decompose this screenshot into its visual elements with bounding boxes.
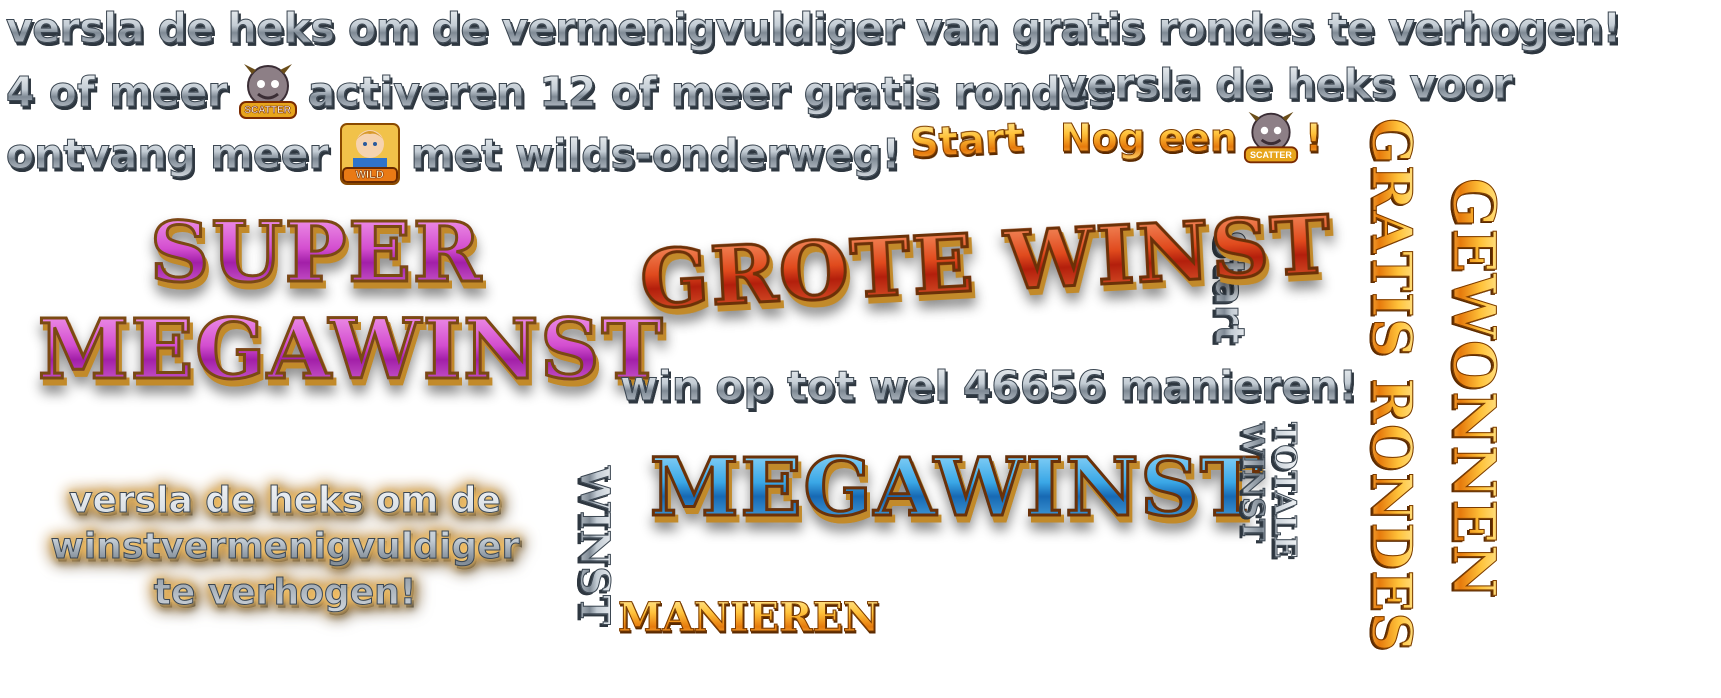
winst-vertical-label: WINST	[571, 466, 619, 626]
one-more-scatter: Nog een SCATTER !	[1060, 110, 1323, 166]
multiplier-note-line2: winstvermenigvuldiger	[50, 526, 520, 568]
line-beat-witch-multiplier: versla de heks om de vermenigvuldiger va…	[6, 4, 1622, 53]
line-scatter-trigger: 4 of meer SCATTER activeren 12 of meer g…	[6, 62, 1113, 122]
wild-label: WILD	[355, 169, 384, 182]
nog-een-exclamation: !	[1304, 116, 1323, 161]
winst-label: WINST	[1235, 422, 1271, 542]
line-beat-witch-for: versla de heks voor	[1060, 60, 1514, 109]
gewonnen-vertical: GEWONNEN	[1440, 178, 1509, 600]
super-megawinst-banner-line1: SUPER	[148, 204, 484, 303]
manieren-label: MANIEREN	[617, 594, 880, 642]
scatter-icon: SCATTER	[238, 62, 298, 122]
totale-label: TOTALE	[1267, 422, 1303, 559]
scatter-icon: SCATTER	[1243, 110, 1299, 166]
multiplier-note-line1: versla de heks om de	[69, 480, 502, 522]
scatter-label: SCATTER	[1250, 150, 1292, 160]
line-wilds-on-the-way: ontvang meer WILD met wilds-onderweg!	[6, 122, 901, 186]
gratis-rondes-vertical: GRATIS RONDES	[1360, 118, 1425, 653]
line2-prefix: 4 of meer	[6, 68, 229, 117]
win-ways-line: win op tot wel 46656 manieren!	[619, 362, 1358, 411]
line3-suffix: met wilds-onderweg!	[410, 130, 901, 179]
megawinst-banner: MEGAWINST	[649, 439, 1262, 536]
multiplier-note-line3: te verhogen!	[153, 572, 417, 614]
super-megawinst-banner-line2: MEGAWINST	[36, 301, 665, 400]
nog-een-label: Nog een	[1060, 116, 1238, 161]
start-label-gold: Start	[908, 115, 1025, 168]
line2-suffix: activeren 12 of meer gratis rondes	[307, 68, 1113, 117]
wild-icon: WILD	[339, 122, 401, 186]
line3-prefix: ontvang meer	[6, 130, 330, 179]
scatter-label: SCATTER	[244, 105, 291, 117]
totale-winst-vertical: TOTALE WINST	[1235, 422, 1303, 559]
multiplier-note: versla de heks om de winstvermenigvuldig…	[0, 478, 570, 616]
